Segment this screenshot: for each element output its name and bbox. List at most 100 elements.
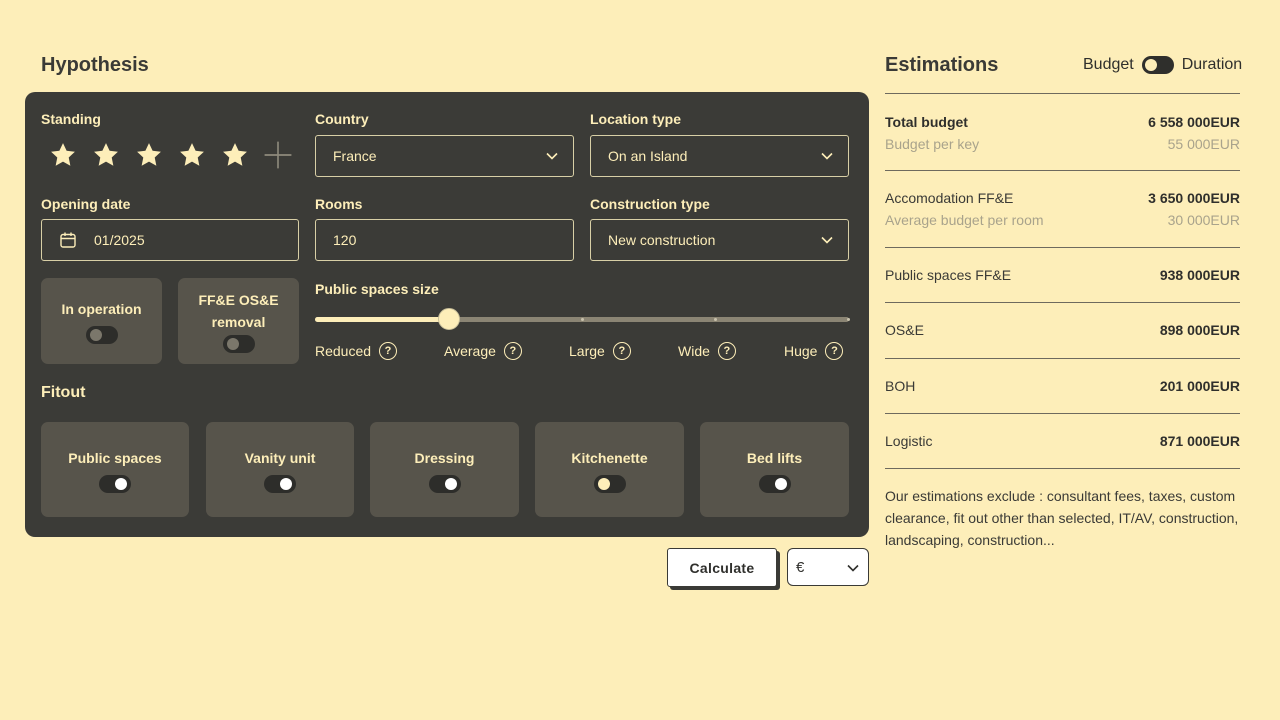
fitout-item-label: Kitchenette (571, 449, 648, 466)
construction-type-label: Construction type (590, 196, 710, 212)
rooms-input[interactable]: 120 (315, 219, 574, 261)
fitout-item-label: Vanity unit (244, 449, 316, 466)
currency-value: € (796, 558, 805, 576)
question-icon[interactable]: ? (503, 342, 522, 360)
estimation-sub: Budget per key (885, 136, 980, 152)
slider-tick (581, 318, 584, 321)
size-option-reduced[interactable]: Reduced ? (315, 342, 398, 360)
opening-date-value: 01/2025 (94, 232, 145, 248)
size-option-huge[interactable]: Huge ? (784, 342, 844, 360)
fitout-toggle[interactable] (428, 474, 461, 493)
size-option-label: Average (444, 343, 496, 359)
estimation-value: 201 000EUR (1159, 378, 1240, 394)
estimations-list: Total budget 6 558 000EUR Budget per key… (885, 93, 1240, 469)
chevron-down-icon (546, 152, 558, 160)
estimations-title: Estimations (885, 54, 999, 76)
question-icon[interactable]: ? (379, 342, 398, 360)
estimation-value: 6 558 000EUR (1148, 114, 1240, 130)
country-value: France (333, 148, 377, 164)
fitout-public-spaces[interactable]: Public spaces (41, 422, 189, 517)
chevron-down-icon (847, 564, 859, 572)
currency-select[interactable]: € (787, 548, 869, 586)
estimation-value: 3 650 000EUR (1148, 190, 1240, 206)
fitout-dressing[interactable]: Dressing (370, 422, 519, 517)
opening-date-field[interactable]: 01/2025 (41, 219, 299, 261)
in-operation-label: In operation (61, 301, 142, 317)
calendar-icon (60, 232, 76, 248)
standing-label: Standing (41, 111, 101, 127)
construction-type-select[interactable]: New construction (590, 219, 849, 261)
question-icon[interactable]: ? (717, 342, 736, 360)
estimation-row: OS&E 898 000EUR (885, 302, 1240, 358)
estimation-name: Accomodation FF&E (885, 190, 1014, 206)
fitout-label: Fitout (41, 384, 86, 401)
estimation-name: OS&E (885, 322, 924, 338)
fitout-item-label: Dressing (414, 449, 475, 466)
star-icon[interactable] (92, 141, 120, 169)
fitout-toggle[interactable] (758, 474, 791, 493)
location-type-label: Location type (590, 111, 682, 127)
question-icon[interactable]: ? (612, 342, 631, 360)
size-option-label: Huge (784, 343, 818, 359)
fitout-toggle[interactable] (593, 474, 626, 493)
opening-date-label: Opening date (41, 196, 131, 212)
estimation-value: 898 000EUR (1159, 322, 1240, 338)
size-option-label: Large (569, 343, 605, 359)
estimation-name: Public spaces FF&E (885, 267, 1012, 283)
location-type-value: On an Island (608, 148, 688, 164)
slider-tick (847, 318, 850, 321)
fitout-toggle[interactable] (99, 474, 131, 493)
size-option-large[interactable]: Large ? (569, 342, 631, 360)
in-operation-toggle[interactable] (85, 326, 118, 344)
construction-type-value: New construction (608, 232, 716, 248)
ffe-removal-label: FF&E OS&E removal (198, 292, 279, 330)
size-option-wide[interactable]: Wide ? (678, 342, 736, 360)
in-operation-tile[interactable]: In operation (41, 278, 162, 364)
star-icon[interactable] (221, 141, 249, 169)
ffe-removal-tile[interactable]: FF&E OS&E removal (178, 278, 299, 364)
estimation-sub: Average budget per room (885, 212, 1044, 228)
star-icon[interactable] (49, 141, 77, 169)
size-option-label: Wide (678, 343, 710, 359)
standing-stars (49, 141, 292, 169)
star-icon[interactable] (135, 141, 163, 169)
size-option-label: Reduced (315, 343, 372, 359)
hypothesis-panel: Standing Country France Location type On… (25, 92, 869, 537)
fitout-vanity-unit[interactable]: Vanity unit (206, 422, 354, 517)
estimation-row: Public spaces FF&E 938 000EUR (885, 247, 1240, 302)
estimation-row: Logistic 871 000EUR (885, 413, 1240, 469)
estimation-name: Logistic (885, 433, 933, 449)
budget-duration-toggle[interactable] (1141, 56, 1174, 74)
chevron-down-icon (821, 152, 833, 160)
rooms-label: Rooms (315, 196, 363, 212)
country-label: Country (315, 111, 369, 127)
estimation-subvalue: 30 000EUR (1167, 212, 1240, 228)
country-select[interactable]: France (315, 135, 574, 177)
slider-tick (714, 318, 717, 321)
estimation-row: Accomodation FF&E 3 650 000EUR Average b… (885, 170, 1240, 247)
fitout-bed-lifts[interactable]: Bed lifts (700, 422, 849, 517)
slider-fill (315, 317, 449, 322)
ffe-removal-toggle[interactable] (222, 335, 255, 353)
budget-duration-switch: Budget Duration (1083, 56, 1242, 74)
plus-icon[interactable] (264, 141, 292, 169)
estimation-value: 871 000EUR (1159, 433, 1240, 449)
fitout-toggle[interactable] (264, 474, 296, 493)
rooms-value: 120 (333, 232, 357, 248)
hypothesis-title: Hypothesis (41, 54, 149, 76)
calculate-button[interactable]: Calculate (667, 548, 777, 587)
estimation-name: Total budget (885, 114, 968, 130)
switch-label-budget: Budget (1083, 56, 1134, 73)
fitout-item-label: Public spaces (68, 449, 162, 466)
fitout-kitchenette[interactable]: Kitchenette (535, 422, 684, 517)
estimation-name: BOH (885, 378, 916, 394)
star-icon[interactable] (178, 141, 206, 169)
estimation-value: 938 000EUR (1159, 267, 1240, 283)
slider-thumb[interactable] (438, 308, 460, 330)
switch-label-duration: Duration (1181, 56, 1243, 73)
size-option-average[interactable]: Average ? (444, 342, 522, 360)
question-icon[interactable]: ? (825, 342, 844, 360)
location-type-select[interactable]: On an Island (590, 135, 849, 177)
fitout-item-label: Bed lifts (746, 449, 803, 466)
estimation-row-total: Total budget 6 558 000EUR Budget per key… (885, 93, 1240, 170)
